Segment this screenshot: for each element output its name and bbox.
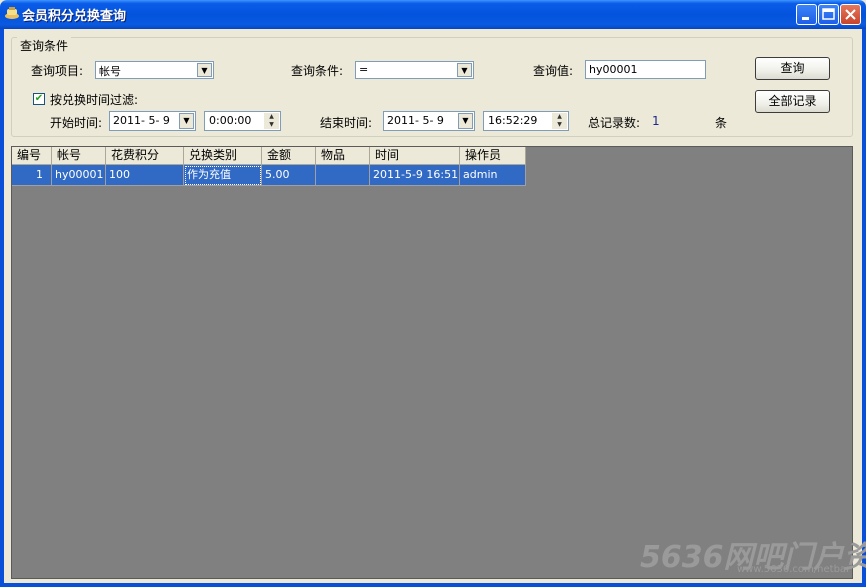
start-date-value: 2011- 5- 9	[113, 114, 170, 127]
query-cond-label: 查询条件:	[291, 64, 344, 78]
start-date-picker[interactable]: 2011- 5- 9 ▼	[109, 111, 196, 131]
close-icon	[845, 9, 856, 20]
query-val-label: 查询值:	[533, 64, 574, 78]
table-cell-points[interactable]: 100	[106, 165, 184, 186]
watermark-url: www.5636.com/netbar	[737, 564, 851, 575]
window-frame-right	[862, 29, 866, 587]
window-title: 会员积分兑换查询	[22, 9, 127, 24]
end-date-value: 2011- 5- 9	[387, 114, 444, 127]
start-time-value: 0:00:00	[209, 114, 252, 127]
column-header[interactable]: 时间	[370, 147, 460, 165]
query-button[interactable]: 查询	[755, 57, 830, 80]
app-icon	[5, 7, 19, 19]
table-cell-account[interactable]: hy00001	[52, 165, 106, 186]
query-value-text: hy00001	[589, 63, 638, 76]
column-header[interactable]: 操作员	[460, 147, 526, 165]
close-button[interactable]	[840, 4, 861, 25]
window-frame-left	[0, 29, 4, 587]
column-header[interactable]: 兑换类别	[184, 147, 262, 165]
start-time-label: 开始时间:	[50, 116, 103, 130]
table-cell-id[interactable]: 1	[12, 165, 52, 186]
table-cell-amount[interactable]: 5.00	[262, 165, 316, 186]
query-item-value: 帐号	[99, 65, 121, 78]
chevron-down-icon[interactable]: ▼	[457, 63, 472, 77]
end-time-spinner[interactable]: 16:52:29 ▲ ▼	[483, 111, 569, 131]
minimize-icon	[802, 17, 809, 20]
title-bar: 会员积分兑换查询	[0, 0, 866, 29]
chevron-down-icon[interactable]: ▼	[179, 113, 194, 129]
query-item-label: 查询项目:	[31, 64, 84, 78]
query-cond-value: =	[359, 63, 369, 76]
query-item-select[interactable]: 帐号 ▼	[95, 61, 214, 79]
table-cell-item[interactable]	[316, 165, 370, 186]
window-frame-bottom	[0, 583, 866, 587]
table-cell-type[interactable]: 作为充值	[184, 165, 262, 186]
time-filter-checkbox[interactable]: ✔	[33, 93, 45, 105]
maximize-icon	[822, 8, 835, 20]
query-group-legend: 查询条件	[17, 37, 72, 54]
total-unit: 条	[715, 116, 728, 130]
query-cond-select[interactable]: = ▼	[355, 61, 474, 79]
end-date-picker[interactable]: 2011- 5- 9 ▼	[383, 111, 475, 131]
results-grid[interactable]: 编号 帐号 花费积分 兑换类别 金额 物品 时间 操作员 1 hy00001 1…	[11, 146, 853, 579]
all-records-button[interactable]: 全部记录	[755, 90, 830, 113]
end-time-label: 结束时间:	[320, 116, 373, 130]
maximize-button[interactable]	[818, 4, 839, 25]
column-header[interactable]: 编号	[12, 147, 52, 165]
table-cell-operator[interactable]: admin	[460, 165, 526, 186]
spin-updown-icon[interactable]: ▲ ▼	[264, 113, 279, 129]
watermark: 5636网吧门户资讯 www.5636.com/netbar	[640, 532, 866, 582]
table-cell-time[interactable]: 2011-5-9 16:51	[370, 165, 460, 186]
total-label: 总记录数:	[588, 116, 641, 130]
column-header[interactable]: 帐号	[52, 147, 106, 165]
chevron-down-icon[interactable]: ▼	[197, 63, 212, 77]
spin-updown-icon[interactable]: ▲ ▼	[552, 113, 567, 129]
total-value: 1	[652, 114, 660, 128]
time-filter-label: 按兑换时间过滤:	[50, 93, 139, 107]
end-time-value: 16:52:29	[488, 114, 538, 127]
chevron-down-icon[interactable]: ▼	[458, 113, 473, 129]
column-header[interactable]: 金额	[262, 147, 316, 165]
query-value-input[interactable]: hy00001	[585, 60, 706, 79]
column-header[interactable]: 物品	[316, 147, 370, 165]
minimize-button[interactable]	[796, 4, 817, 25]
start-time-spinner[interactable]: 0:00:00 ▲ ▼	[204, 111, 281, 131]
column-header[interactable]: 花费积分	[106, 147, 184, 165]
